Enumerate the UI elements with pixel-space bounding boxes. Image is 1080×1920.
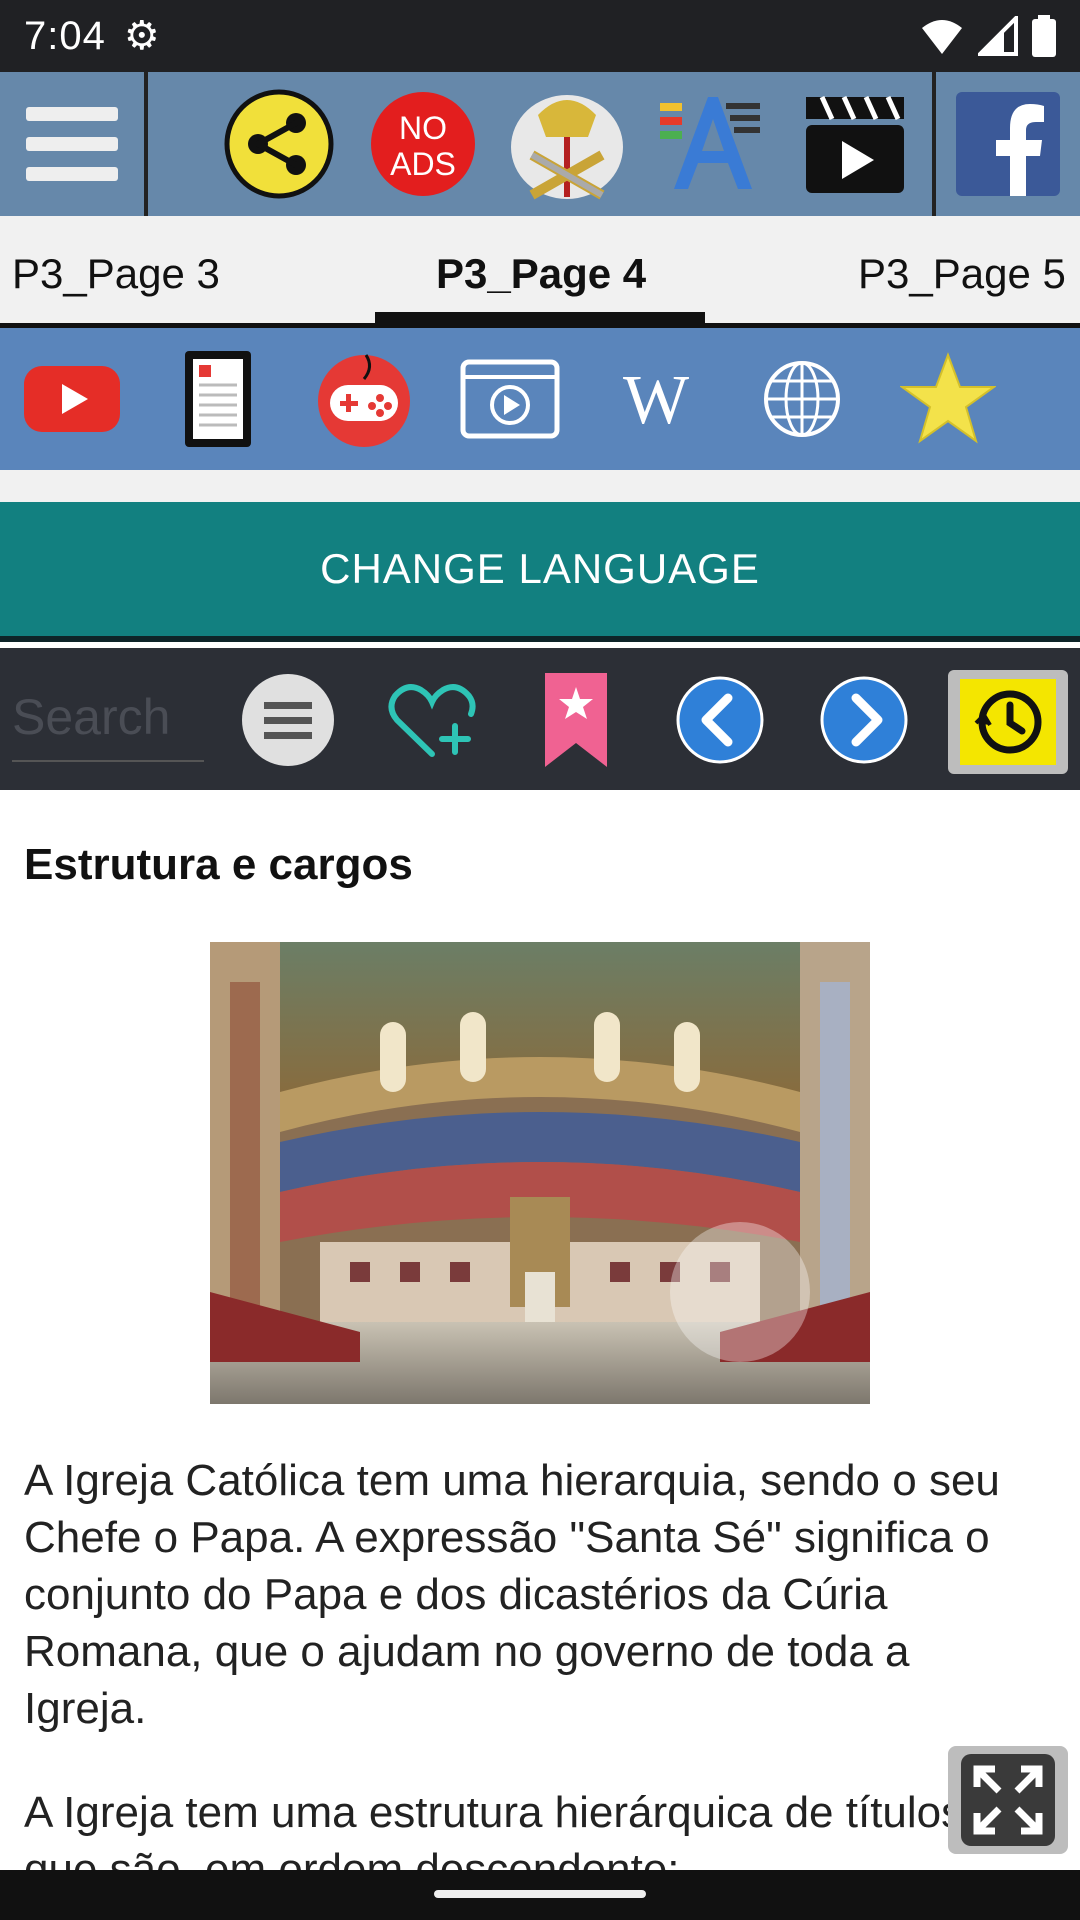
- page-tabs: P3_Page 3 P3_Page 4 P3_Page 5: [0, 216, 1080, 328]
- previous-icon[interactable]: [672, 672, 768, 768]
- bookmark-icon[interactable]: [528, 672, 624, 768]
- wikipedia-icon[interactable]: W: [606, 349, 706, 449]
- status-time: 7:04: [24, 13, 106, 58]
- video-player-icon[interactable]: [460, 349, 560, 449]
- gamepad-icon[interactable]: [314, 349, 414, 449]
- article-paragraph-2: A Igreja tem uma estrutura hierárquica d…: [24, 1788, 964, 1870]
- toolbar: Search: [0, 648, 1080, 790]
- wifi-icon: [922, 20, 962, 54]
- globe-icon[interactable]: [752, 349, 852, 449]
- fullscreen-icon: [961, 1754, 1055, 1846]
- system-nav-bar: [0, 1870, 1080, 1920]
- active-tab-indicator: [375, 312, 705, 324]
- vatican-crest-icon[interactable]: [508, 85, 626, 203]
- video-icon[interactable]: [796, 85, 914, 203]
- font-size-icon[interactable]: [652, 85, 770, 203]
- next-icon[interactable]: [816, 672, 912, 768]
- star-icon[interactable]: [898, 349, 998, 449]
- article-content: Estrutura e cargos A Igreja Católica tem…: [0, 790, 1080, 1870]
- tab-p3-page-3[interactable]: P3_Page 3: [12, 250, 220, 298]
- battery-icon: [1032, 15, 1056, 57]
- tab-p3-page-5[interactable]: P3_Page 5: [858, 250, 1066, 298]
- list-menu-icon[interactable]: [240, 672, 336, 768]
- facebook-icon[interactable]: [932, 72, 1080, 216]
- fullscreen-button[interactable]: [948, 1746, 1068, 1854]
- article-paragraph-1: A Igreja Católica tem uma hierarquia, se…: [24, 1456, 1000, 1733]
- no-ads-icon[interactable]: NO ADS: [364, 85, 482, 203]
- top-app-bar: NO ADS: [0, 72, 1080, 216]
- quick-links-bar: W: [0, 328, 1080, 470]
- settings-gear-icon: ⚙: [123, 13, 160, 59]
- tab-p3-page-4[interactable]: P3_Page 4: [436, 250, 646, 298]
- no-ads-label-2: ADS: [390, 146, 456, 182]
- menu-icon[interactable]: [0, 72, 148, 216]
- svg-text:W: W: [623, 362, 689, 439]
- no-ads-label-1: NO: [399, 110, 447, 146]
- basilica-apse-image: [210, 942, 870, 1404]
- share-icon[interactable]: [220, 85, 338, 203]
- signal-icon: [978, 16, 1018, 56]
- status-bar: 7:04 ⚙: [0, 0, 1080, 72]
- change-language-button[interactable]: CHANGE LANGUAGE: [0, 502, 1080, 642]
- youtube-icon[interactable]: [22, 349, 122, 449]
- status-icons: [920, 15, 1056, 57]
- divider-spacer: [0, 470, 1080, 502]
- home-gesture-pill[interactable]: [434, 1890, 646, 1898]
- article-heading: Estrutura e cargos: [24, 840, 413, 889]
- ebook-icon[interactable]: [168, 349, 268, 449]
- search-input[interactable]: Search: [12, 672, 204, 762]
- history-icon[interactable]: [948, 670, 1068, 774]
- favorite-add-icon[interactable]: [384, 672, 480, 768]
